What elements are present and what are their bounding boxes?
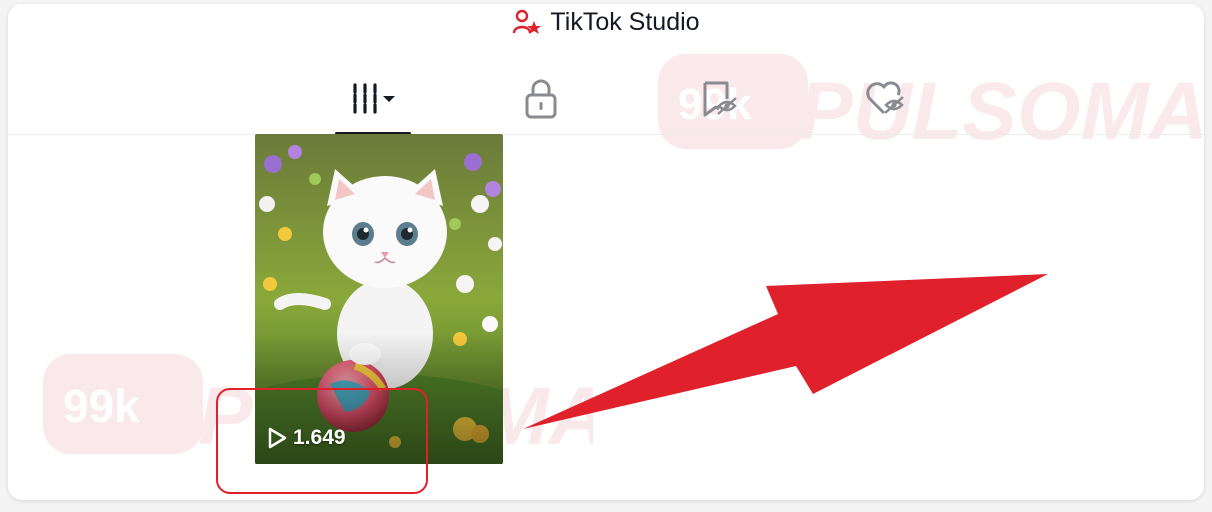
studio-panel: 99k PULSOMAX 99k PULSOMAX TikTok Studio (8, 4, 1204, 500)
page-title: TikTok Studio (550, 7, 700, 36)
tab-hidden-likes[interactable] (846, 64, 926, 134)
lock-icon (525, 79, 557, 119)
video-tabs (8, 64, 1204, 135)
tab-hidden-favorites[interactable] (679, 64, 759, 134)
svg-text:99k: 99k (63, 380, 140, 432)
hidden-heart-icon (866, 81, 904, 115)
hidden-bookmark-icon (703, 81, 737, 117)
tab-all-videos[interactable] (333, 64, 413, 135)
person-star-icon (513, 9, 542, 34)
grid-sort-icon (353, 83, 395, 115)
highlight-circle (216, 388, 428, 494)
pointer-arrow (523, 274, 1048, 429)
tab-private-videos[interactable] (501, 64, 581, 134)
page-header: TikTok Studio (8, 4, 1204, 40)
